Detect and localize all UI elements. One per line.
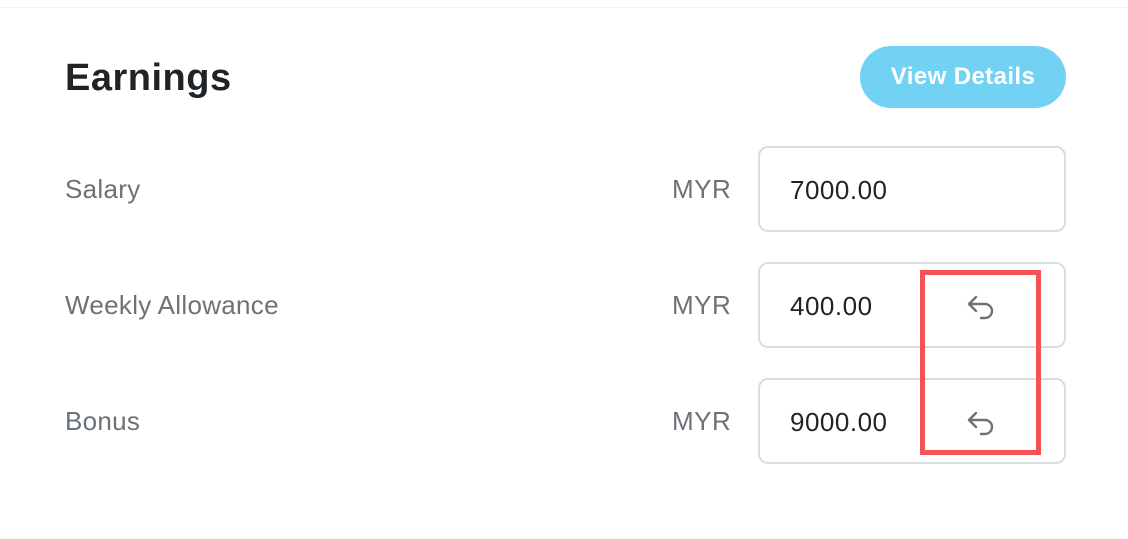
currency-label: MYR — [672, 290, 732, 320]
row-label: Bonus — [65, 406, 141, 436]
earning-row-bonus: Bonus MYR — [0, 378, 1128, 464]
earning-row-salary: Salary MYR — [0, 146, 1128, 232]
undo-icon[interactable] — [964, 290, 998, 324]
currency-label: MYR — [672, 406, 732, 436]
amount-field-box — [758, 146, 1066, 232]
section-title: Earnings — [65, 57, 232, 99]
row-label: Salary — [65, 174, 141, 204]
top-divider — [0, 7, 1128, 8]
earning-row-weekly-allowance: Weekly Allowance MYR — [0, 262, 1128, 348]
view-details-button[interactable]: View Details — [860, 46, 1066, 108]
amount-field-box — [758, 378, 1066, 464]
amount-field-box — [758, 262, 1066, 348]
bonus-amount-input[interactable] — [790, 400, 940, 444]
row-label: Weekly Allowance — [65, 290, 279, 320]
weekly-allowance-amount-input[interactable] — [790, 284, 940, 328]
undo-icon[interactable] — [964, 406, 998, 440]
currency-label: MYR — [672, 174, 732, 204]
salary-amount-input[interactable] — [790, 168, 940, 212]
